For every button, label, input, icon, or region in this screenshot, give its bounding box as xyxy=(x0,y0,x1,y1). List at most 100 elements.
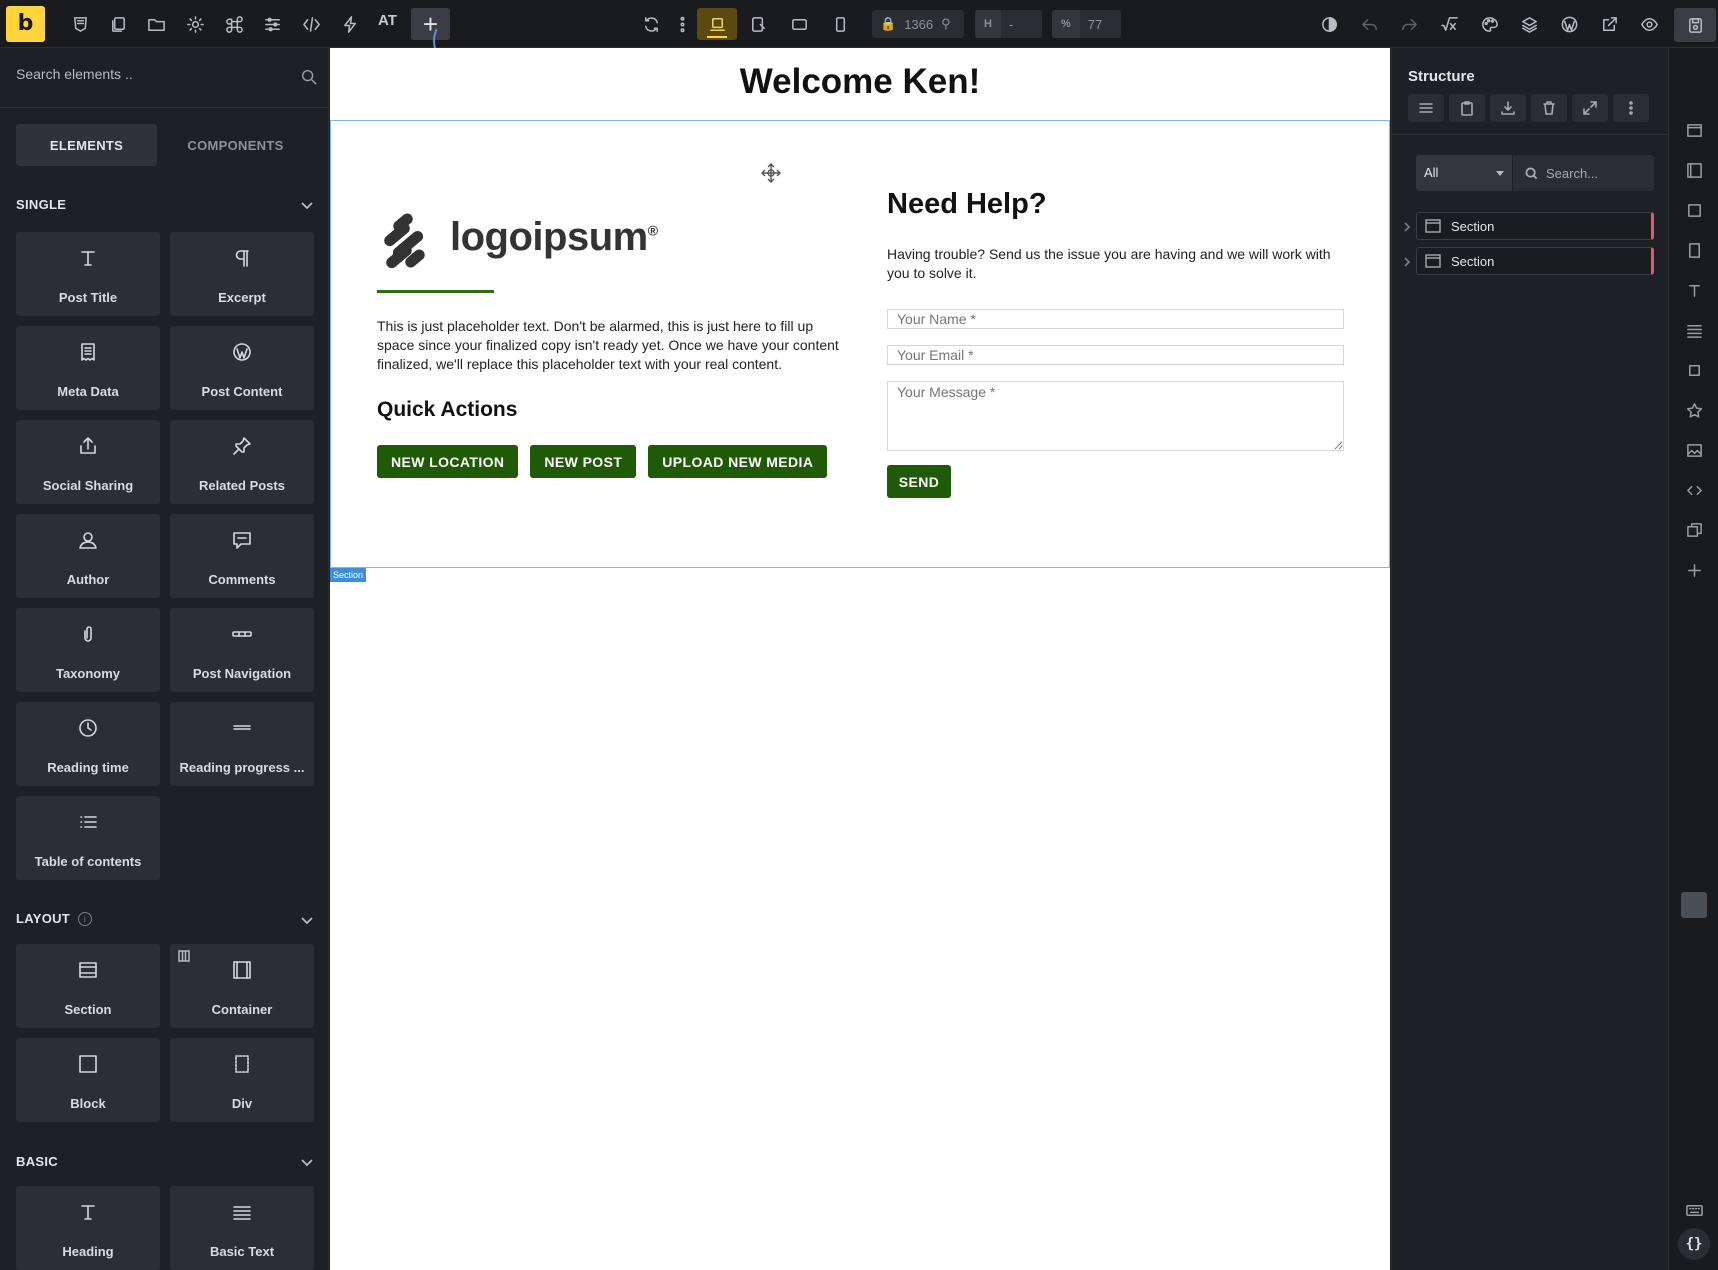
contrast-icon[interactable] xyxy=(1315,10,1343,38)
element-taxonomy[interactable]: Taxonomy xyxy=(16,608,160,692)
folder-icon[interactable] xyxy=(142,10,170,38)
more-vertical-icon[interactable] xyxy=(668,10,696,38)
attributes-button[interactable]: AT xyxy=(378,12,397,29)
upload-new-media-button[interactable]: UPLOAD NEW MEDIA xyxy=(648,445,828,478)
structure-filter-select[interactable]: All xyxy=(1416,155,1512,191)
div-icon[interactable] xyxy=(1682,238,1706,262)
template-icon[interactable] xyxy=(1682,518,1706,542)
layers-icon[interactable] xyxy=(1515,10,1543,38)
pages-icon[interactable] xyxy=(104,10,132,38)
command-icon[interactable] xyxy=(220,10,248,38)
mobile-icon[interactable] xyxy=(826,10,854,38)
tablet-landscape-icon[interactable] xyxy=(785,10,813,38)
laptop-icon[interactable] xyxy=(703,10,731,38)
welcome-heading[interactable]: Welcome Ken! xyxy=(330,62,1390,102)
code-icon[interactable] xyxy=(297,10,325,38)
undo-icon[interactable] xyxy=(1355,10,1383,38)
element-author[interactable]: Author xyxy=(16,514,160,598)
element-heading[interactable]: Heading xyxy=(16,1186,160,1270)
help-text[interactable]: Having trouble? Send us the issue you ar… xyxy=(887,245,1347,283)
trash-icon[interactable] xyxy=(1531,94,1567,122)
expand-icon[interactable] xyxy=(1572,94,1608,122)
chevron-down-icon[interactable] xyxy=(300,1155,314,1169)
email-field[interactable] xyxy=(887,345,1344,365)
width-field[interactable]: 🔒 1366 ⚲ xyxy=(872,10,964,38)
element-comments[interactable]: Comments xyxy=(170,514,314,598)
need-help-heading[interactable]: Need Help? xyxy=(887,188,1047,221)
message-field[interactable] xyxy=(887,381,1344,451)
new-post-button[interactable]: NEW POST xyxy=(530,445,637,478)
zoom-field[interactable]: % 77 xyxy=(1052,10,1121,38)
formula-icon[interactable] xyxy=(1435,10,1463,38)
eye-icon[interactable] xyxy=(1635,10,1663,38)
star-icon[interactable] xyxy=(1682,398,1706,422)
container-icon[interactable] xyxy=(1682,158,1706,182)
element-social-sharing[interactable]: Social Sharing xyxy=(16,420,160,504)
element-reading-progress[interactable]: Reading progress ... xyxy=(170,702,314,786)
element-post-navigation[interactable]: Post Navigation xyxy=(170,608,314,692)
tab-elements[interactable]: ELEMENTS xyxy=(16,124,157,166)
block-icon[interactable] xyxy=(1682,198,1706,222)
keyboard-icon[interactable] xyxy=(1682,1198,1706,1222)
sliders-icon[interactable] xyxy=(258,10,286,38)
button-icon[interactable] xyxy=(1682,358,1706,382)
element-container[interactable]: Container xyxy=(170,944,314,1028)
tab-components[interactable]: COMPONENTS xyxy=(165,124,306,166)
element-block[interactable]: Block xyxy=(16,1038,160,1122)
logo-wordmark[interactable]: logoipsum® xyxy=(450,215,658,260)
info-icon[interactable]: i xyxy=(78,911,93,926)
palette-icon[interactable] xyxy=(1475,10,1503,38)
element-basic-text[interactable]: Basic Text xyxy=(170,1186,314,1270)
image-icon[interactable] xyxy=(1682,438,1706,462)
shield-icon[interactable] xyxy=(66,10,94,38)
element-post-title[interactable]: Post Title xyxy=(16,232,160,316)
element-post-content[interactable]: Post Content xyxy=(170,326,314,410)
text-lines-icon[interactable] xyxy=(1682,318,1706,342)
lightning-icon[interactable] xyxy=(336,10,364,38)
element-div[interactable]: Div xyxy=(170,1038,314,1122)
redo-icon[interactable] xyxy=(1395,10,1423,38)
expand-panel-button[interactable] xyxy=(1681,892,1707,918)
element-related-posts[interactable]: Related Posts xyxy=(170,420,314,504)
refresh-icon[interactable] xyxy=(637,10,665,38)
chevron-down-icon[interactable] xyxy=(300,198,314,212)
element-excerpt[interactable]: Excerpt xyxy=(170,232,314,316)
height-field[interactable]: H - xyxy=(975,10,1042,38)
more-vertical-icon[interactable] xyxy=(1613,94,1649,122)
element-section[interactable]: Section xyxy=(16,944,160,1028)
category-layout-heading[interactable]: LAYOUT i xyxy=(16,911,93,926)
clipboard-icon[interactable] xyxy=(1449,94,1485,122)
code-icon[interactable] xyxy=(1682,478,1706,502)
external-link-icon[interactable] xyxy=(1595,10,1623,38)
wordpress-icon[interactable] xyxy=(1555,10,1583,38)
quick-actions-heading[interactable]: Quick Actions xyxy=(377,398,517,422)
page-canvas[interactable]: Welcome Ken! Section logoipsum® This is … xyxy=(330,48,1390,1270)
new-location-button[interactable]: NEW LOCATION xyxy=(377,445,519,478)
section-badge[interactable]: Section xyxy=(330,568,367,582)
chevron-right-icon[interactable] xyxy=(1402,257,1412,267)
name-field[interactable] xyxy=(887,309,1344,329)
structure-search-input[interactable]: Search... xyxy=(1513,155,1654,191)
app-logo[interactable]: b xyxy=(6,6,45,42)
collapse-all-icon[interactable] xyxy=(1408,94,1444,122)
plus-icon[interactable] xyxy=(1682,558,1706,582)
element-table-of-contents[interactable]: Table of contents xyxy=(16,796,160,880)
structure-row-section[interactable]: Section xyxy=(1416,247,1654,275)
move-icon[interactable] xyxy=(760,162,782,184)
category-basic-heading[interactable]: BASIC xyxy=(16,1154,58,1169)
logoipsum-logo-icon[interactable] xyxy=(378,213,436,271)
placeholder-text[interactable]: This is just placeholder text. Don't be … xyxy=(377,317,842,374)
structure-row-section[interactable]: Section xyxy=(1416,212,1654,240)
text-t-icon[interactable] xyxy=(1682,278,1706,302)
send-button[interactable]: SEND xyxy=(887,465,951,498)
element-reading-time[interactable]: Reading time xyxy=(16,702,160,786)
chevron-down-icon[interactable] xyxy=(300,913,314,927)
elements-search-input[interactable] xyxy=(16,66,276,82)
braces-icon[interactable]: {} xyxy=(1678,1228,1710,1260)
search-icon[interactable] xyxy=(300,68,318,86)
chevron-right-icon[interactable] xyxy=(1402,222,1412,232)
gear-icon[interactable] xyxy=(181,10,209,38)
device-rotate-icon[interactable] xyxy=(744,10,772,38)
category-single-heading[interactable]: SINGLE xyxy=(16,197,66,212)
section-icon[interactable] xyxy=(1682,118,1706,142)
